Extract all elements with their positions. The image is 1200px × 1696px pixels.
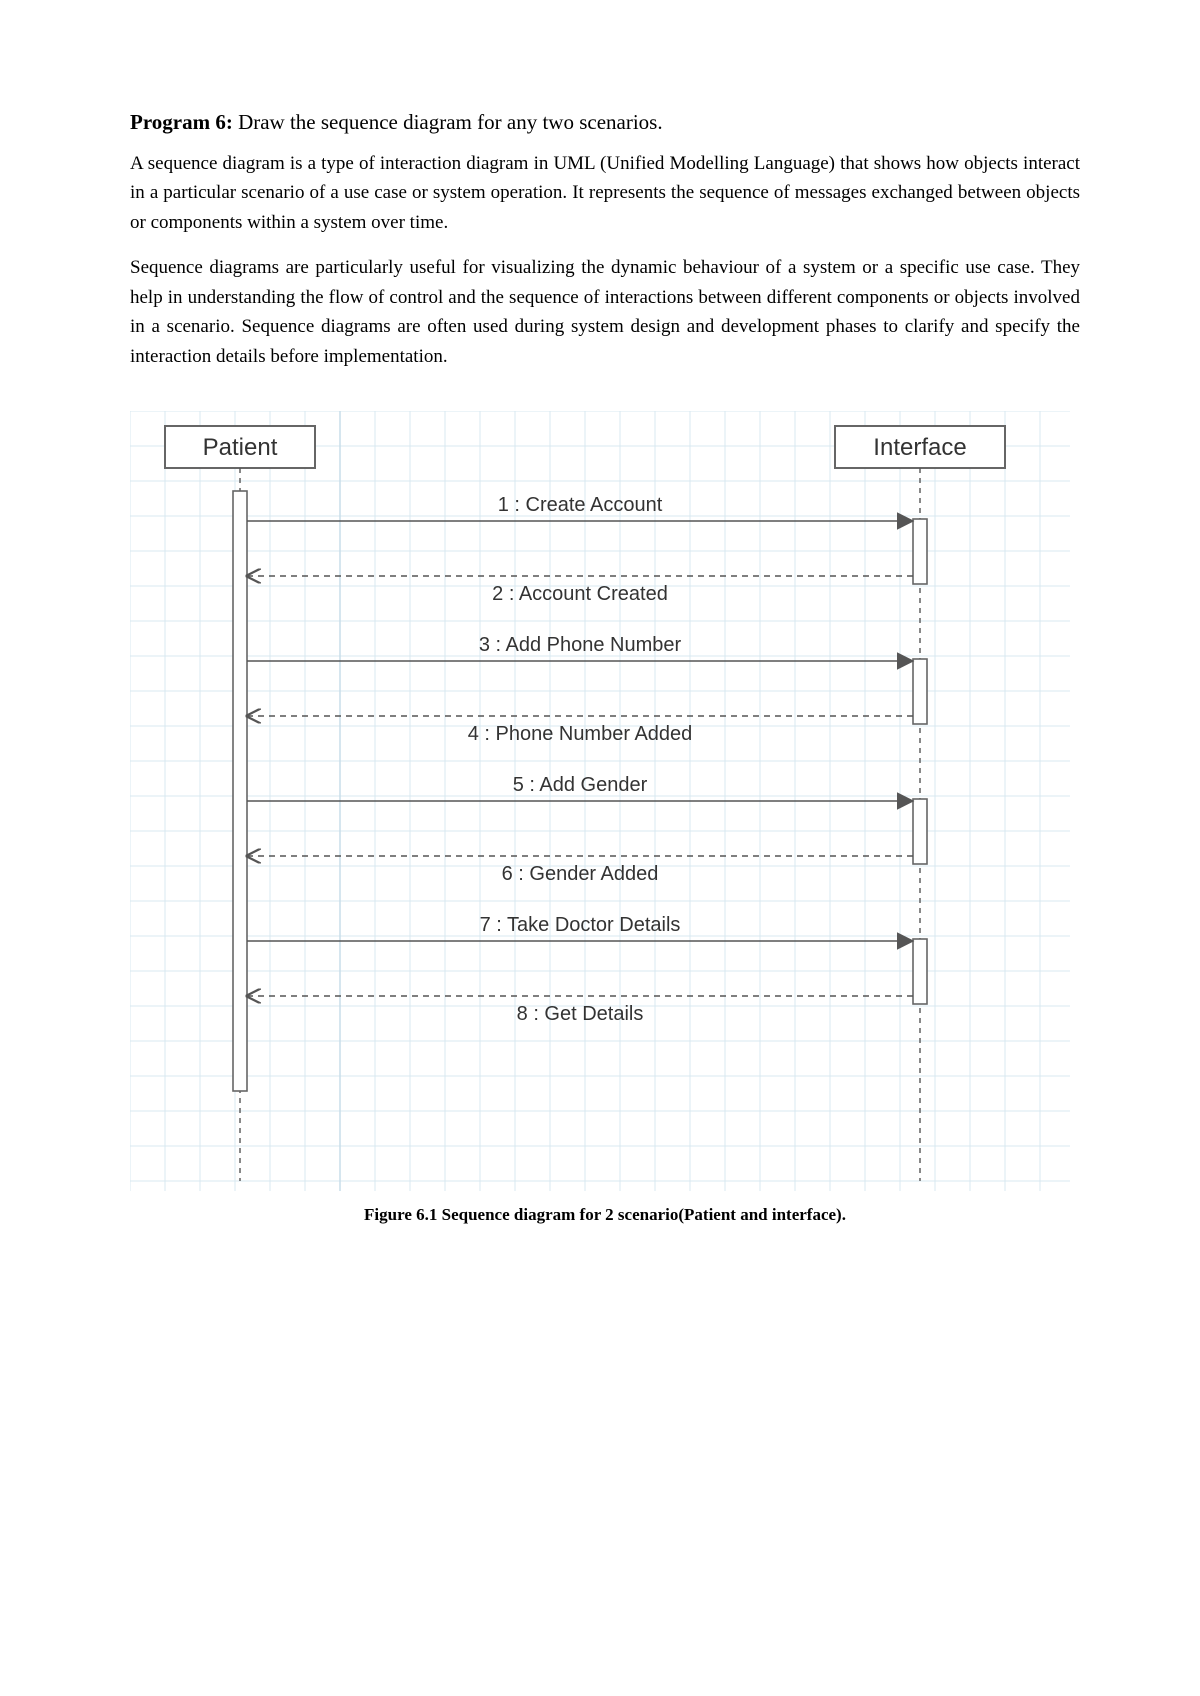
svg-text:3 : Add Phone Number: 3 : Add Phone Number (479, 634, 682, 656)
svg-text:1 : Create Account: 1 : Create Account (498, 494, 663, 516)
svg-text:5 : Add Gender: 5 : Add Gender (513, 774, 648, 796)
program-title: Program 6: Draw the sequence diagram for… (130, 110, 1080, 135)
sequence-diagram-svg: Patient Interface 1 : Create Account 2 : Ac… (130, 411, 1070, 1191)
svg-text:7 : Take Doctor Details: 7 : Take Doctor Details (480, 914, 681, 936)
svg-text:2 : Account Created: 2 : Account Created (492, 583, 668, 605)
program-label: Program 6: (130, 110, 233, 134)
document-page: Program 6: Draw the sequence diagram for… (0, 0, 1200, 1285)
sequence-diagram: Patient Interface 1 : Create Account 2 : Ac… (130, 411, 1080, 1225)
svg-text:Interface: Interface (873, 434, 966, 461)
svg-text:6 : Gender Added: 6 : Gender Added (502, 863, 659, 885)
figure-caption: Figure 6.1 Sequence diagram for 2 scenar… (130, 1205, 1080, 1225)
paragraph-1: A sequence diagram is a type of interact… (130, 149, 1080, 237)
program-title-rest: Draw the sequence diagram for any two sc… (233, 110, 663, 134)
svg-text:8 : Get Details: 8 : Get Details (517, 1003, 644, 1025)
svg-text:Patient: Patient (203, 434, 278, 461)
svg-text:4 : Phone Number Added: 4 : Phone Number Added (468, 723, 693, 745)
paragraph-2: Sequence diagrams are particularly usefu… (130, 253, 1080, 371)
